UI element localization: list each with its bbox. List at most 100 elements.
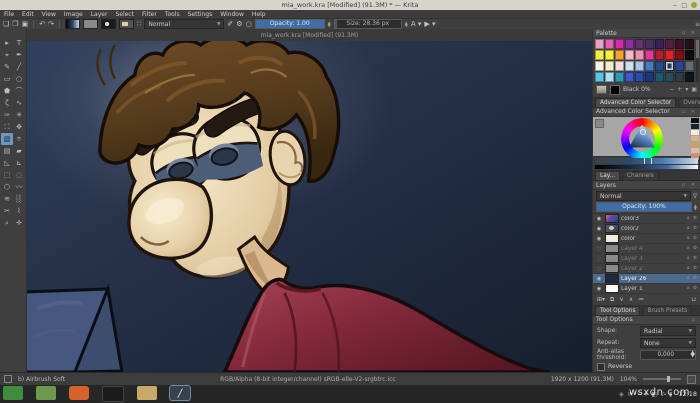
layer-thumbnail[interactable] — [605, 234, 619, 244]
brush-presets-chooser[interactable] — [118, 19, 134, 29]
tool-pan[interactable]: ✛ — [13, 217, 25, 229]
palette-swatch[interactable] — [685, 61, 694, 72]
tool-rectangle[interactable]: ▭ — [1, 73, 13, 85]
tool-gradient[interactable]: ▨ — [1, 133, 13, 145]
palette-swatch[interactable] — [625, 72, 634, 83]
blend-mode-dropdown[interactable]: Normal ▼ — [144, 19, 225, 29]
tool-freehand-brush[interactable]: ✎ — [1, 61, 13, 73]
layer-thumbnail[interactable] — [605, 264, 619, 274]
maximize-button[interactable]: □ — [681, 2, 687, 9]
palette-swatch[interactable] — [595, 72, 604, 83]
palette-swatch[interactable] — [605, 39, 614, 50]
tool-polygon-select[interactable]: ⬡ — [1, 181, 13, 193]
canvas-artwork[interactable] — [27, 41, 592, 372]
shape-dropdown[interactable]: Radial ▼ — [640, 326, 696, 337]
palette-swatch[interactable] — [625, 61, 634, 72]
menu-image[interactable]: Image — [64, 11, 83, 18]
layer-row-color3[interactable]: ◉ color3 α ⚙ — [593, 214, 700, 225]
eraser-mode-icon[interactable]: ✐ — [227, 20, 233, 28]
palette-swatch[interactable] — [685, 50, 694, 61]
tool-bezier[interactable]: ζ — [1, 97, 13, 109]
docker-window-icons[interactable]: ▫ ✕ — [682, 109, 697, 115]
layer-property-icons[interactable]: α ⚙ — [687, 266, 698, 271]
layer-row-color2[interactable]: ◉ color2 α ⚙ — [593, 224, 700, 235]
tab-lay-[interactable]: Lay... — [595, 171, 620, 181]
tab-overview[interactable]: Overview — [678, 97, 700, 107]
palette-swatch[interactable] — [645, 61, 654, 72]
new-document-icon[interactable]: ❏ — [3, 20, 9, 28]
taskbar-terminal[interactable] — [3, 386, 23, 400]
layer-action-button[interactable]: ∨ — [619, 296, 623, 303]
tab-brush-presets[interactable]: Brush Presets — [642, 305, 693, 315]
save-icon[interactable]: ▣ — [22, 20, 29, 28]
layer-property-icons[interactable]: α ⚙ — [687, 236, 698, 241]
tool-shape-select[interactable]: ▸ — [1, 37, 13, 49]
tool-rect-select[interactable]: ⬚ — [1, 169, 13, 181]
layer-row-layer-1[interactable]: ◉ Layer 1 α ⚙ — [593, 284, 700, 295]
layer-visibility-icon[interactable]: ◉ — [595, 236, 603, 242]
brush-editor[interactable] — [100, 19, 116, 29]
palette-file-icon[interactable] — [596, 85, 607, 95]
layer-visibility-icon[interactable]: ○ — [595, 266, 603, 272]
tool-line[interactable]: ╱ — [13, 61, 25, 73]
antialias-spinbox[interactable]: 0,000 ▲ ▼ — [640, 350, 696, 361]
tool-measure[interactable]: ⊾ — [13, 157, 25, 169]
palette-swatch[interactable] — [625, 50, 634, 61]
tool-ellipse[interactable]: ○ — [13, 73, 25, 85]
size-spinner[interactable]: ▲ ▼ — [405, 21, 408, 28]
tool-ellipse-select[interactable]: ◌ — [13, 169, 25, 181]
reverse-checkbox[interactable] — [597, 362, 605, 371]
tool-text[interactable]: T — [13, 37, 25, 49]
palette-footer-button[interactable]: + — [677, 86, 682, 93]
palette-swatch[interactable] — [655, 72, 664, 83]
palette-swatch[interactable] — [645, 39, 654, 50]
palette-swatch[interactable] — [655, 50, 664, 61]
layer-row-layer-2[interactable]: ○ Layer 2 α ⚙ — [593, 264, 700, 275]
menu-help[interactable]: Help — [252, 11, 266, 18]
tool-similar-select[interactable]: ≋ — [1, 193, 13, 205]
close-button[interactable] — [691, 2, 697, 8]
open-document-icon[interactable]: ❐ — [12, 20, 18, 28]
palette-swatch[interactable] — [625, 39, 634, 50]
layer-thumbnail[interactable] — [605, 224, 619, 234]
size-slider[interactable]: Size: 28.36 px — [333, 19, 402, 29]
palette-header[interactable]: Palette ▫ ✕ — [593, 29, 700, 39]
layer-visibility-icon[interactable]: ◉ — [595, 286, 603, 292]
layer-thumbnail[interactable] — [605, 254, 619, 264]
redo-icon[interactable]: ↷ — [48, 20, 54, 28]
tool-transform[interactable]: ⛶ — [1, 121, 13, 133]
tool-freehand-path[interactable]: ∿ — [13, 97, 25, 109]
opacity-slider[interactable]: Opacity: 1.00 — [254, 19, 325, 29]
palette-swatch[interactable] — [635, 50, 644, 61]
menu-file[interactable]: File — [4, 11, 14, 18]
zoom-slider[interactable] — [643, 376, 681, 382]
layer-action-button[interactable]: ⧉ — [610, 296, 614, 304]
palette-swatch[interactable] — [685, 72, 694, 83]
palette-swatch[interactable] — [605, 61, 614, 72]
palette-swatch[interactable] — [675, 50, 684, 61]
tool-zoom[interactable]: ⌕ — [1, 217, 13, 229]
acs-header[interactable]: Advanced Color Selector ▫ ✕ — [593, 107, 700, 117]
palette-swatch[interactable] — [645, 72, 654, 83]
taskbar-folder[interactable] — [137, 386, 157, 400]
palette-swatch[interactable] — [645, 50, 654, 61]
docker-window-icons[interactable]: ▫ — [692, 317, 697, 323]
repeat-dropdown[interactable]: None ▼ — [640, 338, 696, 349]
layer-visibility-icon[interactable]: ○ — [595, 256, 603, 262]
menu-layer[interactable]: Layer — [91, 11, 108, 18]
menu-edit[interactable]: Edit — [22, 11, 34, 18]
palette-swatch[interactable] — [595, 39, 604, 50]
acs-settings-icon[interactable] — [595, 118, 604, 128]
tool-polygon[interactable]: ⬟ — [1, 85, 13, 97]
palette-swatch[interactable] — [595, 61, 604, 72]
antialias-spinner[interactable]: ▲ ▼ — [691, 350, 695, 359]
docker-window-icons[interactable]: ▫ ✕ — [682, 182, 697, 188]
workspace-chooser-icon[interactable]: ∷ — [137, 20, 141, 28]
layer-visibility-icon[interactable]: ◉ — [595, 226, 603, 232]
layer-thumbnail[interactable] — [605, 284, 619, 294]
palette-swatch[interactable] — [675, 72, 684, 83]
color-history-swatch[interactable] — [691, 136, 699, 142]
palette-swatch[interactable] — [615, 50, 624, 61]
palette-footer-button[interactable]: ▣ — [691, 86, 697, 93]
layer-action-button[interactable]: ⊞▾ — [597, 296, 605, 303]
